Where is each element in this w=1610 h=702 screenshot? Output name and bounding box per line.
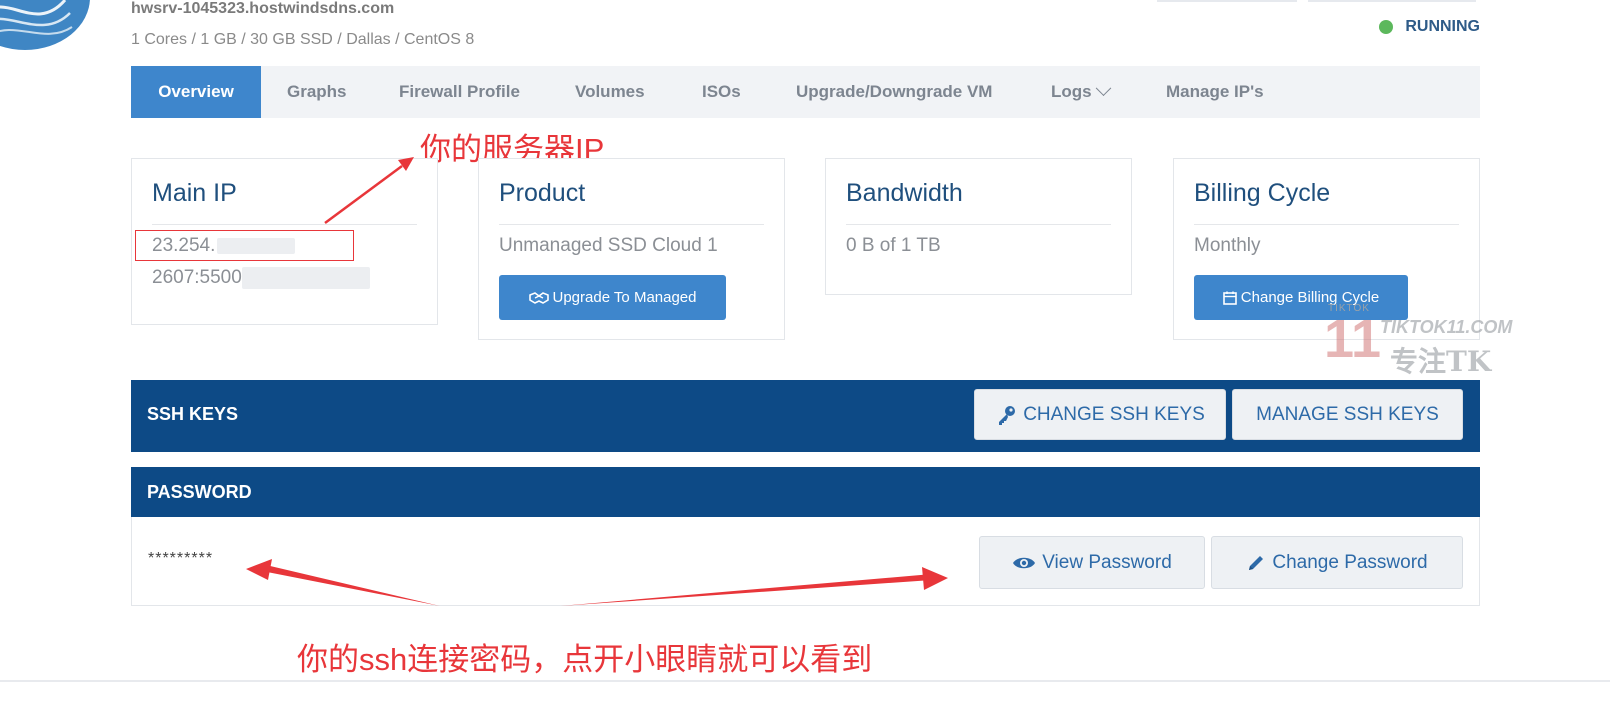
status-label: RUNNING bbox=[1405, 18, 1480, 35]
button-label: Upgrade To Managed bbox=[552, 289, 697, 306]
section-title: PASSWORD bbox=[147, 482, 252, 502]
change-ssh-keys-button[interactable]: CHANGE SSH KEYS bbox=[974, 389, 1226, 440]
tab-overview[interactable]: Overview bbox=[131, 66, 261, 118]
server-status: RUNNING bbox=[1379, 18, 1480, 36]
masked-password: ********* bbox=[148, 550, 214, 567]
divider bbox=[846, 224, 1111, 225]
button-label: MANAGE SSH KEYS bbox=[1256, 403, 1439, 425]
divider bbox=[499, 224, 764, 225]
tab-label: Manage IP's bbox=[1166, 82, 1264, 101]
tab-logs[interactable]: Logs bbox=[1026, 66, 1141, 118]
card-title: Product bbox=[499, 179, 586, 207]
tab-label: Firewall Profile bbox=[399, 82, 520, 101]
password-section: PASSWORD bbox=[131, 467, 1480, 517]
button-label: CHANGE SSH KEYS bbox=[1023, 403, 1205, 425]
watermark-slogan: 专注TK bbox=[1390, 345, 1492, 378]
handshake-icon bbox=[528, 291, 549, 304]
watermark-site: TIKTOK11.COM bbox=[1380, 317, 1513, 337]
key-icon bbox=[999, 405, 1016, 425]
annotation-ip-highlight bbox=[135, 230, 354, 261]
brand-logo bbox=[0, 0, 90, 50]
chevron-down-icon bbox=[1095, 79, 1111, 96]
top-strip-right bbox=[1308, 0, 1476, 2]
annotation-password-note: 你的ssh连接密码，点开小眼睛就可以看到 bbox=[297, 642, 873, 677]
tab-label: Graphs bbox=[287, 82, 347, 101]
server-hostname: hwsrv-1045323.hostwindsdns.com bbox=[131, 0, 395, 17]
product-card: Product Unmanaged SSD Cloud 1 Upgrade To… bbox=[478, 158, 785, 340]
tab-label: Overview bbox=[158, 82, 234, 101]
billing-value: Monthly bbox=[1194, 235, 1261, 256]
tab-manage-ips[interactable]: Manage IP's bbox=[1141, 66, 1264, 118]
top-strip-left bbox=[1157, 0, 1297, 2]
view-password-button[interactable]: View Password bbox=[979, 536, 1205, 589]
tab-isos[interactable]: ISOs bbox=[677, 66, 769, 118]
watermark: TIKTOK 11 TIKTOK11.COM 专注TK bbox=[1324, 300, 1524, 380]
redaction bbox=[241, 267, 370, 289]
divider bbox=[152, 224, 417, 225]
ipv6-address: 2607:5500 bbox=[152, 267, 370, 289]
tab-graphs[interactable]: Graphs bbox=[261, 66, 373, 118]
tab-volumes[interactable]: Volumes bbox=[551, 66, 677, 118]
section-title: SSH KEYS bbox=[147, 404, 239, 424]
change-password-button[interactable]: Change Password bbox=[1211, 536, 1463, 589]
tab-upgrade-downgrade-vm[interactable]: Upgrade/Downgrade VM bbox=[769, 66, 1026, 118]
status-dot-icon bbox=[1379, 20, 1394, 34]
server-specs: 1 Cores / 1 GB / 30 GB SSD / Dallas / Ce… bbox=[131, 31, 475, 48]
tab-firewall-profile[interactable]: Firewall Profile bbox=[373, 66, 551, 118]
footer-divider bbox=[0, 680, 1610, 682]
tab-label: Upgrade/Downgrade VM bbox=[796, 82, 993, 101]
tab-label: ISOs bbox=[702, 82, 741, 101]
watermark-number: 11 bbox=[1324, 309, 1382, 369]
pencil-icon bbox=[1249, 555, 1264, 570]
button-label: Change Password bbox=[1272, 551, 1428, 573]
divider bbox=[1194, 224, 1459, 225]
manage-ssh-keys-button[interactable]: MANAGE SSH KEYS bbox=[1232, 389, 1463, 440]
ipv6-address-text: 2607:5500 bbox=[152, 267, 242, 289]
bandwidth-value: 0 B of 1 TB bbox=[846, 235, 941, 256]
bandwidth-card: Bandwidth 0 B of 1 TB bbox=[825, 158, 1132, 295]
eye-icon bbox=[1013, 557, 1036, 568]
product-value: Unmanaged SSD Cloud 1 bbox=[499, 235, 718, 256]
tab-label: Volumes bbox=[575, 82, 645, 101]
card-title: Main IP bbox=[152, 179, 237, 207]
calendar-icon bbox=[1222, 291, 1237, 305]
tab-label: Logs bbox=[1051, 82, 1092, 101]
tab-bar: Overview Graphs Firewall Profile Volumes… bbox=[131, 66, 1480, 118]
card-title: Bandwidth bbox=[846, 179, 963, 207]
upgrade-to-managed-button[interactable]: Upgrade To Managed bbox=[499, 275, 726, 320]
button-label: View Password bbox=[1042, 551, 1172, 573]
card-title: Billing Cycle bbox=[1194, 179, 1331, 207]
